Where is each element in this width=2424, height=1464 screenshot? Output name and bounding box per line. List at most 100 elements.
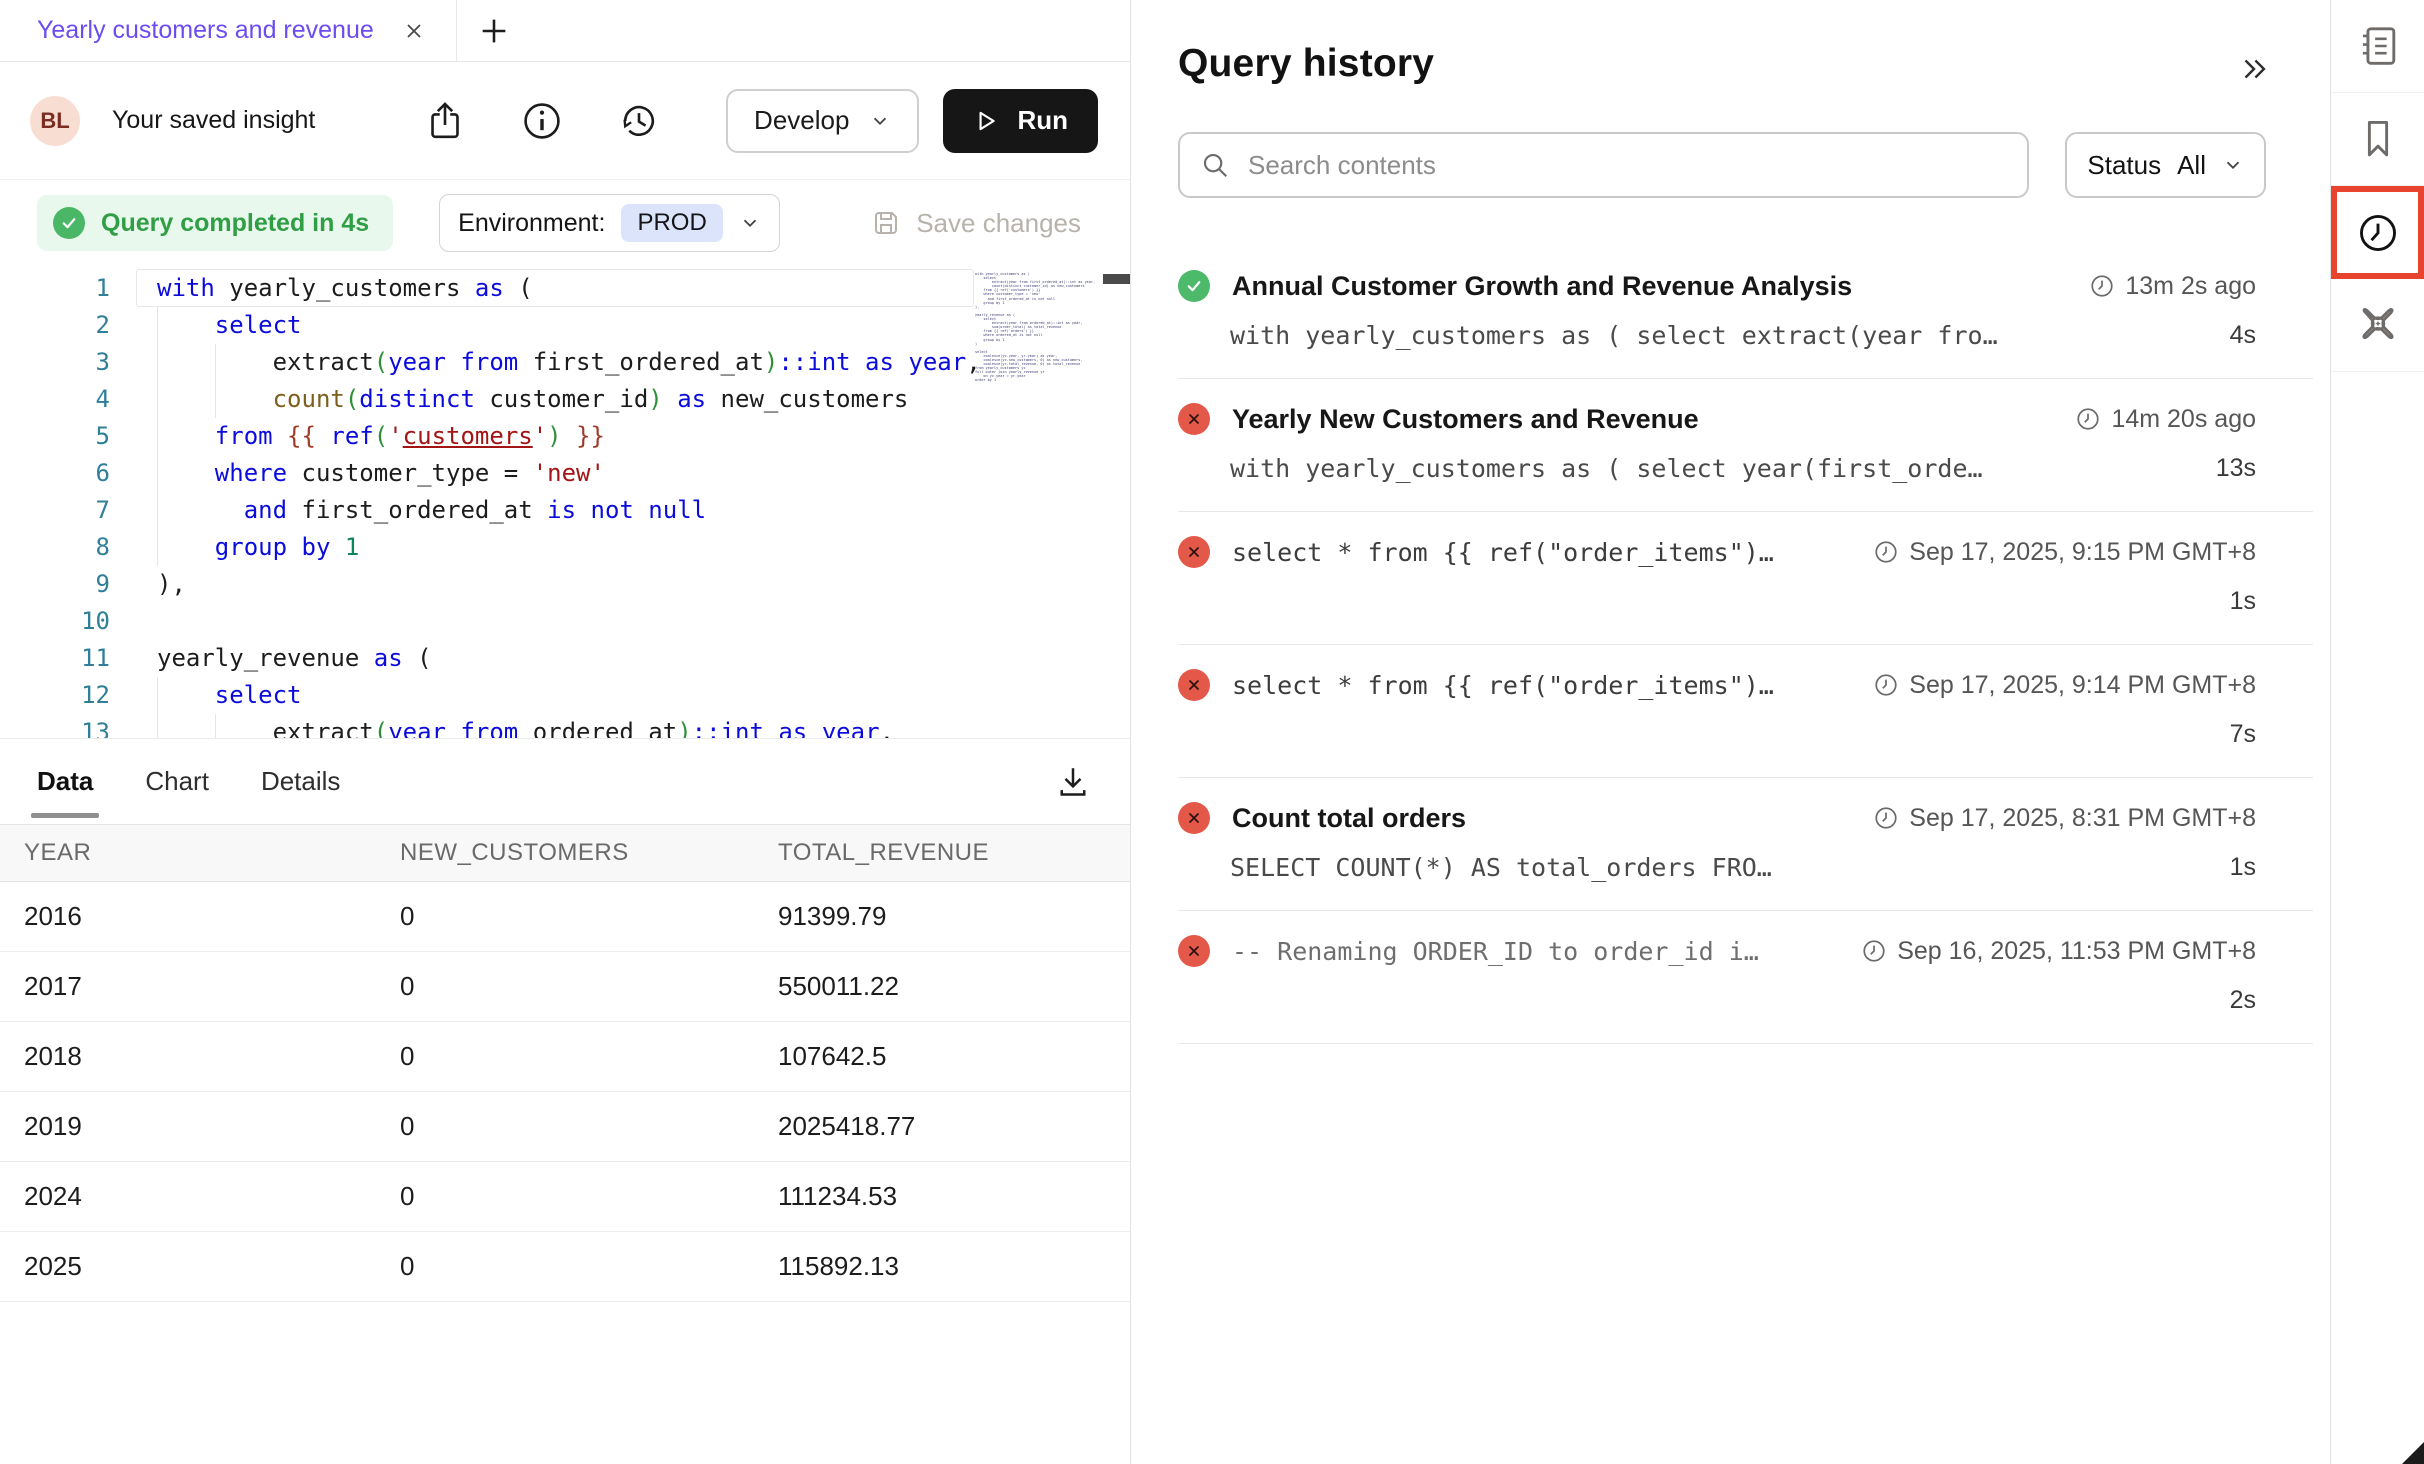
history-list: Annual Customer Growth and Revenue Analy… [1178, 246, 2313, 1044]
code-line[interactable]: select [157, 677, 969, 714]
clock-icon [1873, 805, 1899, 831]
clock-icon [2089, 273, 2115, 299]
line-number: 8 [0, 529, 110, 566]
clock-icon [2075, 406, 2101, 432]
error-status-icon [1178, 403, 1210, 435]
status-filter-dropdown[interactable]: Status All [2065, 132, 2266, 198]
avatar: BL [30, 96, 80, 146]
minimap-text: with yearly_customers as ( select extrac… [975, 272, 1101, 383]
code-line[interactable]: count(distinct customer_id) as new_custo… [157, 381, 969, 418]
line-number: 10 [0, 603, 110, 640]
history-item[interactable]: Annual Customer Growth and Revenue Analy… [1178, 246, 2313, 379]
search-input[interactable] [1248, 150, 2007, 181]
line-number: 2 [0, 307, 110, 344]
new-tab-icon[interactable] [477, 14, 511, 48]
editor-minimap[interactable]: with yearly_customers as ( select extrac… [975, 272, 1101, 732]
share-icon[interactable] [424, 100, 466, 142]
table-cell: 111234.53 [754, 1181, 1130, 1212]
sql-editor[interactable]: 12345678910111213 with yearly_customers … [0, 266, 1130, 738]
chevron-down-icon [739, 212, 761, 234]
history-item-title: select * from {{ ref("order_items")… [1232, 538, 1774, 567]
history-item-time: Sep 16, 2025, 11:53 PM GMT+8 [1861, 937, 2256, 966]
sidebar-item-notebook[interactable] [2331, 0, 2424, 93]
code-line[interactable]: ), [157, 566, 969, 603]
sidebar-item-copilot[interactable] [2331, 279, 2424, 372]
column-header: YEAR [0, 839, 376, 867]
error-status-icon [1178, 669, 1210, 701]
line-number: 3 [0, 344, 110, 381]
environment-value: PROD [621, 204, 722, 242]
develop-button[interactable]: Develop [726, 89, 919, 153]
table-body: 2016091399.7920170550011.2220180107642.5… [0, 882, 1130, 1302]
history-item-preview: with yearly_customers as ( select year(f… [1178, 454, 1983, 483]
collapse-panel-icon[interactable] [2237, 52, 2271, 86]
history-item-time: Sep 17, 2025, 9:14 PM GMT+8 [1873, 671, 2256, 700]
code-line[interactable]: extract(year from first_ordered_at)::int… [157, 344, 969, 381]
code-lines[interactable]: with yearly_customers as ( select extrac… [157, 270, 969, 738]
history-item-time: 13m 2s ago [2089, 272, 2256, 301]
table-row: 20180107642.5 [0, 1022, 1130, 1092]
tab-data[interactable]: Data [37, 739, 93, 824]
resize-grip[interactable] [2402, 1442, 2424, 1464]
line-number: 12 [0, 677, 110, 714]
history-item-time: 14m 20s ago [2075, 405, 2256, 434]
results-tab-bar: Data Chart Details [0, 738, 1130, 824]
history-item[interactable]: select * from {{ ref("order_items")…Sep … [1178, 645, 2313, 778]
copilot-star-icon [2355, 302, 2401, 348]
error-status-icon [1178, 536, 1210, 568]
download-icon[interactable] [1053, 762, 1093, 802]
insight-label: Your saved insight [112, 106, 315, 135]
history-clock-icon [2355, 210, 2401, 256]
info-icon[interactable] [521, 100, 563, 142]
table-cell: 0 [376, 1251, 754, 1282]
version-history-icon[interactable] [618, 100, 660, 142]
code-line[interactable]: group by 1 [157, 529, 969, 566]
run-button[interactable]: Run [943, 89, 1098, 153]
line-number: 5 [0, 418, 110, 455]
code-line[interactable]: extract(year from ordered_at)::int as ye… [157, 714, 969, 738]
history-search[interactable] [1178, 132, 2029, 198]
table-cell: 2025 [0, 1251, 376, 1282]
panel-title: Query history [1178, 42, 1434, 86]
history-item-duration: 4s [2230, 321, 2256, 350]
line-number: 6 [0, 455, 110, 492]
tab-yearly-customers[interactable]: Yearly customers and revenue [0, 0, 457, 61]
sidebar-item-query-history[interactable] [2331, 186, 2424, 279]
history-item[interactable]: select * from {{ ref("order_items")…Sep … [1178, 512, 2313, 645]
code-line[interactable]: select [157, 307, 969, 344]
code-line[interactable]: with yearly_customers as ( [157, 270, 969, 307]
table-header: YEARNEW_CUSTOMERSTOTAL_REVENUE [0, 824, 1130, 882]
tab-chart[interactable]: Chart [145, 739, 209, 824]
table-cell: 0 [376, 901, 754, 932]
code-line[interactable]: from {{ ref('customers') }} [157, 418, 969, 455]
table-row: 2016091399.79 [0, 882, 1130, 952]
develop-label: Develop [754, 105, 849, 136]
close-tab-icon[interactable] [402, 19, 426, 43]
environment-select[interactable]: Environment: PROD [439, 194, 780, 252]
search-icon [1200, 150, 1230, 180]
table-row: 20250115892.13 [0, 1232, 1130, 1302]
code-line[interactable] [157, 603, 969, 640]
history-item[interactable]: Count total ordersSep 17, 2025, 8:31 PM … [1178, 778, 2313, 911]
line-number: 1 [0, 270, 110, 307]
code-line[interactable]: yearly_revenue as ( [157, 640, 969, 677]
editor-scrollbar-thumb[interactable] [1103, 274, 1130, 284]
sidebar-item-bookmarks[interactable] [2331, 93, 2424, 186]
history-item[interactable]: Yearly New Customers and Revenue14m 20s … [1178, 379, 2313, 512]
code-line[interactable]: where customer_type = 'new' [157, 455, 969, 492]
history-item-title: -- Renaming ORDER_ID to order_id i… [1232, 937, 1759, 966]
tab-details[interactable]: Details [261, 739, 340, 824]
editor-gutter: 12345678910111213 [0, 270, 110, 738]
table-row: 20170550011.22 [0, 952, 1130, 1022]
status-filter-value: All [2177, 150, 2206, 181]
table-cell: 0 [376, 1041, 754, 1072]
history-item-preview: with yearly_customers as ( select extrac… [1178, 321, 1998, 350]
table-cell: 115892.13 [754, 1251, 1130, 1282]
table-cell: 2024 [0, 1181, 376, 1212]
table-cell: 2025418.77 [754, 1111, 1130, 1142]
save-changes-button[interactable]: Save changes [870, 207, 1081, 239]
side-toolbar [2330, 0, 2424, 1464]
chevron-down-icon [869, 110, 891, 132]
history-item[interactable]: -- Renaming ORDER_ID to order_id i… Sep 1… [1178, 911, 2313, 1044]
code-line[interactable]: and first_ordered_at is not null [157, 492, 969, 529]
